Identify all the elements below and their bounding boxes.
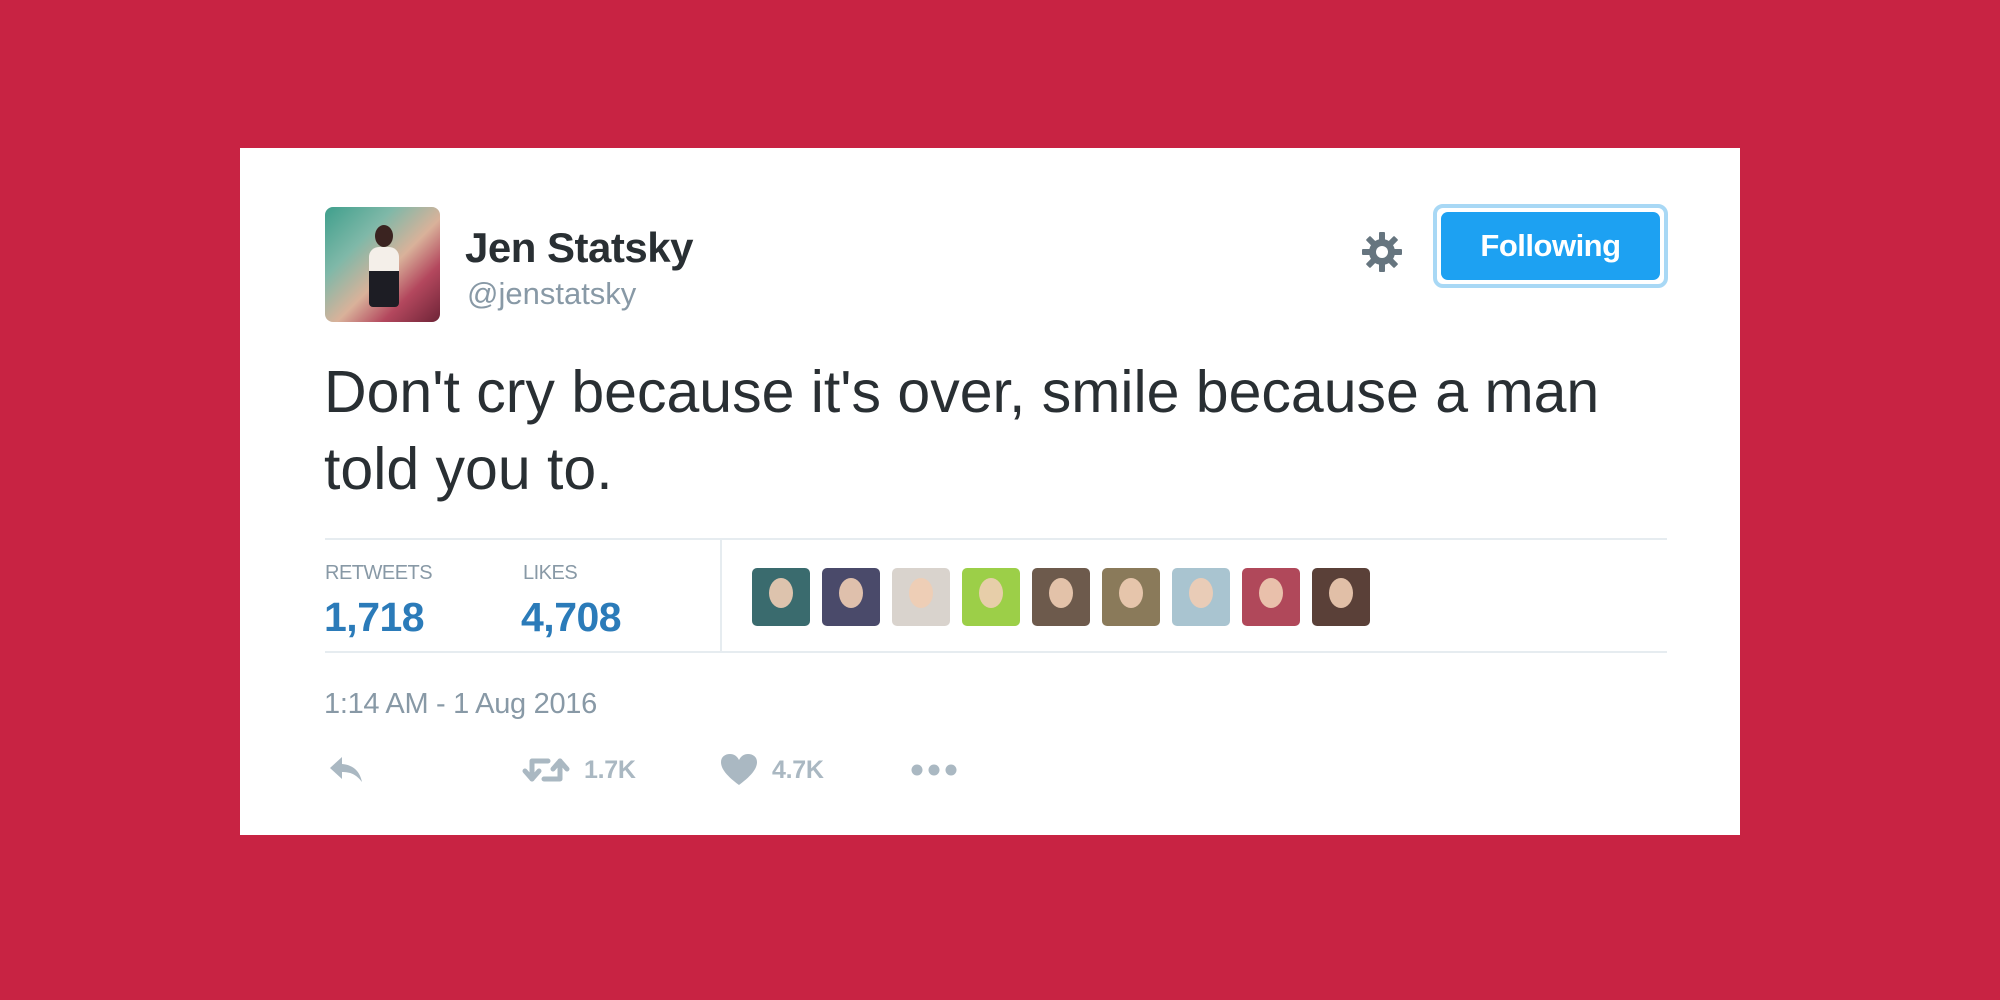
liker-avatars <box>752 568 1370 628</box>
likes-count[interactable]: 4,708 <box>521 594 622 641</box>
liker-avatar-face <box>839 578 863 608</box>
tweet-card: Jen Statsky @jenstatsky Following Don't … <box>240 148 1740 835</box>
liker-avatar[interactable] <box>1102 568 1160 626</box>
like-count: 4.7K <box>772 755 824 784</box>
liker-avatar-face <box>1119 578 1143 608</box>
following-button[interactable]: Following <box>1433 204 1668 288</box>
liker-avatar-face <box>1189 578 1213 608</box>
liker-avatar[interactable] <box>1032 568 1090 626</box>
liker-avatar[interactable] <box>892 568 950 626</box>
liker-avatar-face <box>909 578 933 608</box>
tweet-timestamp[interactable]: 1:14 AM - 1 Aug 2016 <box>324 688 597 721</box>
liker-avatar[interactable] <box>1242 568 1300 626</box>
following-button-label: Following <box>1441 212 1660 280</box>
avatar-figure-head <box>375 225 393 247</box>
liker-avatar-face <box>1329 578 1353 608</box>
retweets-count[interactable]: 1,718 <box>324 594 425 641</box>
liker-avatar[interactable] <box>752 568 810 626</box>
author-avatar[interactable] <box>325 207 440 322</box>
more-action[interactable] <box>910 750 958 790</box>
retweet-icon <box>522 753 570 787</box>
stats-vertical-divider <box>720 540 722 652</box>
liker-avatar[interactable] <box>1312 568 1370 626</box>
liker-avatar-face <box>1049 578 1073 608</box>
retweet-action[interactable]: 1.7K <box>522 750 636 790</box>
likes-label: LIKES <box>523 562 578 584</box>
liker-avatar[interactable] <box>1172 568 1230 626</box>
author-handle[interactable]: @jenstatsky <box>467 276 636 312</box>
stats-bottom-divider <box>325 651 1667 653</box>
tweet-text: Don't cry because it's over, smile becau… <box>324 359 1600 502</box>
liker-avatar[interactable] <box>962 568 1020 626</box>
liker-avatar-face <box>769 578 793 608</box>
reply-icon <box>326 753 366 787</box>
avatar-figure-body <box>369 247 399 307</box>
liker-avatar-face <box>1259 578 1283 608</box>
gear-icon[interactable] <box>1358 228 1406 276</box>
reply-action[interactable] <box>326 750 366 790</box>
author-name[interactable]: Jen Statsky <box>465 224 693 272</box>
retweets-label: RETWEETS <box>325 562 433 584</box>
stats-top-divider <box>325 538 1667 540</box>
liker-avatar[interactable] <box>822 568 880 626</box>
retweet-count: 1.7K <box>584 755 636 784</box>
heart-icon <box>720 753 758 787</box>
more-icon <box>910 763 958 777</box>
like-action[interactable]: 4.7K <box>720 750 824 790</box>
liker-avatar-face <box>979 578 1003 608</box>
